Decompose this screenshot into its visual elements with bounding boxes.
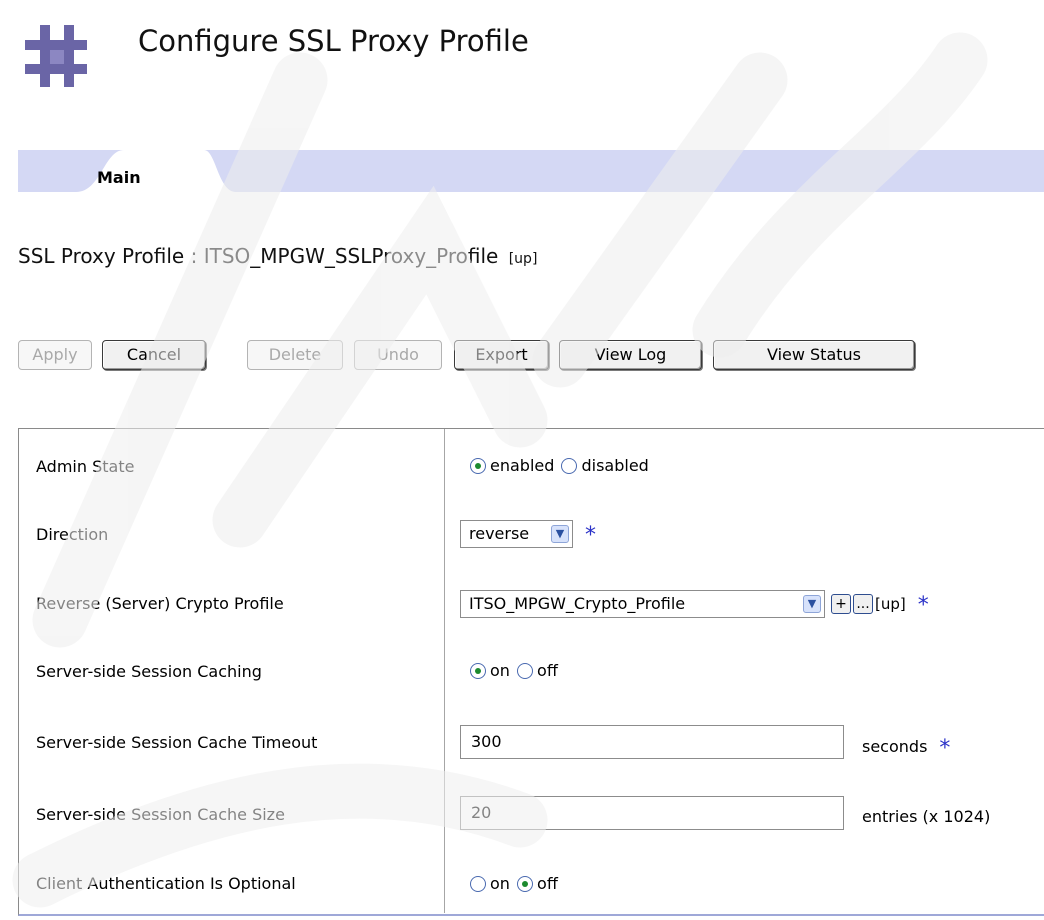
cache-size-label: Server-side Session Cache Size	[36, 805, 285, 824]
required-star: *	[585, 522, 596, 548]
session-caching-on-radio[interactable]	[470, 663, 486, 679]
undo-button[interactable]: Undo	[354, 340, 442, 370]
client-auth-off-radio[interactable]	[517, 876, 534, 892]
admin-state-enabled-radio[interactable]	[470, 458, 486, 474]
client-auth-off-label[interactable]: off	[537, 874, 558, 893]
direction-label: Direction	[36, 525, 109, 544]
reverse-crypto-status: [up]	[875, 594, 906, 613]
session-caching-off-label[interactable]: off	[537, 661, 558, 680]
chevron-down-icon[interactable]: ▼	[551, 525, 569, 543]
add-icon[interactable]: +	[831, 594, 851, 614]
view-log-button[interactable]: View Log	[559, 340, 702, 370]
session-caching-on-label[interactable]: on	[490, 661, 510, 680]
session-caching-label: Server-side Session Caching	[36, 662, 262, 681]
cache-size-unit: entries (x 1024)	[862, 807, 991, 826]
cache-size-input[interactable]: 20	[460, 796, 844, 830]
object-heading: SSL Proxy Profile : ITSO_MPGW_SSLProxy_P…	[18, 244, 537, 268]
cache-timeout-label: Server-side Session Cache Timeout	[36, 733, 318, 752]
tab-main-label[interactable]: Main	[97, 168, 141, 187]
required-star: *	[917, 592, 929, 618]
cache-timeout-input[interactable]: 300	[460, 725, 844, 759]
cache-timeout-unit-text: seconds	[862, 737, 928, 756]
cache-timeout-unit: seconds *	[862, 736, 950, 761]
reverse-crypto-control: ITSO_MPGW_Crypto_Profile ▼ +... [up] *	[460, 590, 929, 618]
object-name: ITSO_MPGW_SSLProxy_Profile	[203, 244, 499, 268]
admin-state-control: enabled disabled	[462, 456, 649, 475]
object-separator: :	[190, 244, 198, 268]
admin-state-disabled-radio[interactable]	[561, 458, 578, 474]
reverse-crypto-select[interactable]: ITSO_MPGW_Crypto_Profile ▼	[460, 590, 825, 618]
client-auth-on-radio[interactable]	[470, 876, 486, 892]
page-header: Configure SSL Proxy Profile	[0, 0, 1044, 150]
admin-state-enabled-label[interactable]: enabled	[490, 456, 554, 475]
tab-bar	[18, 150, 1044, 192]
object-type: SSL Proxy Profile	[18, 244, 185, 268]
cancel-button[interactable]: Cancel	[102, 340, 206, 370]
session-caching-control: on off	[462, 661, 558, 680]
client-auth-optional-label: Client Authentication Is Optional	[36, 874, 296, 893]
client-auth-optional-control: on off	[462, 874, 558, 893]
edit-ellipsis-icon[interactable]: ...	[853, 594, 873, 614]
admin-state-disabled-label[interactable]: disabled	[581, 456, 648, 475]
reverse-crypto-label: Reverse (Server) Crypto Profile	[36, 594, 284, 613]
session-caching-off-radio[interactable]	[517, 663, 534, 679]
direction-value: reverse	[469, 524, 530, 543]
column-divider	[444, 429, 445, 913]
delete-button[interactable]: Delete	[247, 340, 343, 370]
export-button[interactable]: Export	[454, 340, 549, 370]
direction-select[interactable]: reverse ▼	[460, 520, 573, 548]
object-status: [up]	[508, 251, 538, 267]
reverse-crypto-value: ITSO_MPGW_Crypto_Profile	[469, 594, 686, 613]
datapower-hash-icon	[25, 25, 87, 87]
apply-button[interactable]: Apply	[18, 340, 92, 370]
view-status-button[interactable]: View Status	[713, 340, 915, 370]
page-title: Configure SSL Proxy Profile	[138, 24, 529, 58]
direction-control: reverse ▼ *	[460, 520, 596, 548]
required-star: *	[939, 736, 951, 761]
chevron-down-icon[interactable]: ▼	[803, 595, 821, 613]
client-auth-on-label[interactable]: on	[490, 874, 510, 893]
admin-state-label: Admin State	[36, 457, 135, 476]
